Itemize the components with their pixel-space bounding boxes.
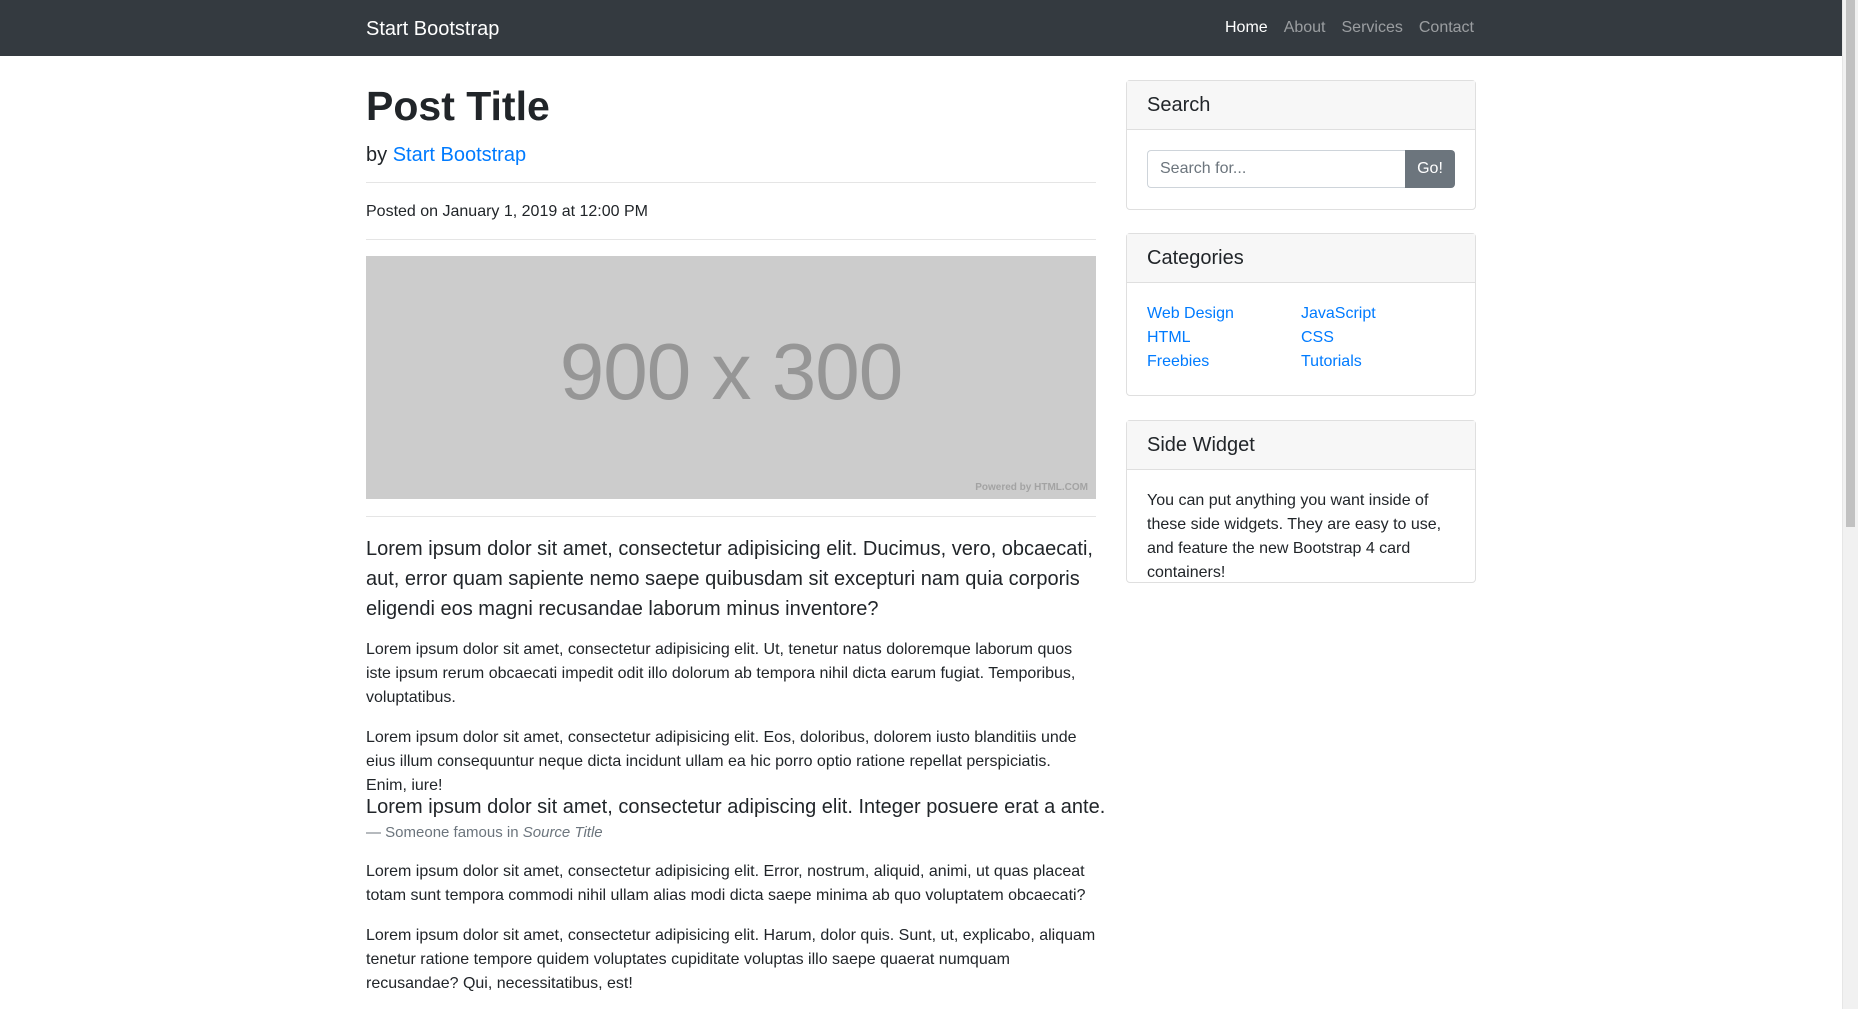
lead-paragraph: Lorem ipsum dolor sit amet, consectetur … [366, 538, 1093, 620]
category-link-web-design[interactable]: Web Design [1147, 305, 1234, 322]
byline: by Start Bootstrap [366, 140, 526, 170]
nav-about[interactable]: About [1284, 16, 1326, 40]
list-item: Tutorials [1301, 350, 1455, 374]
byline-prefix: by [366, 144, 388, 166]
scrollbar-thumb[interactable] [1846, 0, 1855, 527]
author-link[interactable]: Start Bootstrap [393, 144, 526, 166]
search-group: Go! [1147, 150, 1455, 188]
body-paragraph: Lorem ipsum dolor sit amet, consectetur … [366, 729, 1077, 794]
body-paragraph: Lorem ipsum dolor sit amet, consectetur … [366, 863, 1086, 904]
quote-source-title: Source Title [522, 824, 603, 841]
list-item: CSS [1301, 326, 1455, 350]
list-item: JavaScript [1301, 302, 1455, 326]
body-paragraph: Lorem ipsum dolor sit amet, consectetur … [366, 927, 1096, 992]
search-card-title: Search [1127, 81, 1475, 130]
search-card: Search Go! [1126, 80, 1476, 210]
image-placeholder-text: 900 x 300 [559, 327, 903, 416]
category-link-html[interactable]: HTML [1147, 329, 1191, 346]
category-link-javascript[interactable]: JavaScript [1301, 305, 1376, 322]
search-input[interactable] [1147, 150, 1405, 188]
post-image: 900 x 300 Powered by HTML.COM [366, 256, 1096, 499]
category-link-tutorials[interactable]: Tutorials [1301, 353, 1362, 370]
top-navbar: Start Bootstrap Home About Services Cont… [0, 0, 1842, 56]
blockquote-footer: — Someone famous in Source Title [366, 822, 603, 844]
categories-lists: Web Design HTML Freebies JavaScript CSS … [1147, 302, 1455, 374]
categories-card-body: Web Design HTML Freebies JavaScript CSS … [1127, 283, 1475, 394]
category-link-freebies[interactable]: Freebies [1147, 353, 1209, 370]
body-paragraph: Lorem ipsum dolor sit amet, consectetur … [366, 641, 1076, 706]
nav-links: Home About Services Contact [1209, 16, 1474, 40]
side-widget-body: You can put anything you want inside of … [1127, 470, 1475, 605]
list-item: Web Design [1147, 302, 1301, 326]
post-title: Post Title [366, 83, 550, 129]
quote-source-prefix: — Someone famous in [366, 824, 519, 841]
divider [366, 182, 1096, 183]
categories-card: Categories Web Design HTML Freebies Java… [1126, 233, 1476, 396]
search-card-body: Go! [1127, 130, 1475, 208]
nav-home[interactable]: Home [1225, 16, 1268, 40]
divider [366, 239, 1096, 240]
list-item: HTML [1147, 326, 1301, 350]
categories-card-title: Categories [1127, 234, 1475, 283]
image-credit: Powered by HTML.COM [975, 482, 1088, 493]
list-item: Freebies [1147, 350, 1301, 374]
divider [366, 516, 1096, 517]
search-go-button[interactable]: Go! [1405, 150, 1455, 188]
category-link-css[interactable]: CSS [1301, 329, 1334, 346]
side-widget-text: You can put anything you want inside of … [1147, 492, 1442, 581]
brand-link[interactable]: Start Bootstrap [366, 15, 499, 43]
nav-services[interactable]: Services [1342, 16, 1403, 40]
page-scrollbar[interactable] [1842, 0, 1858, 1009]
categories-list-right: JavaScript CSS Tutorials [1301, 302, 1455, 374]
nav-contact[interactable]: Contact [1419, 16, 1474, 40]
post-date: Posted on January 1, 2019 at 12:00 PM [366, 203, 648, 220]
blockquote: Lorem ipsum dolor sit amet, consectetur … [366, 796, 1106, 818]
side-widget-title: Side Widget [1127, 421, 1475, 470]
side-widget-card: Side Widget You can put anything you wan… [1126, 420, 1476, 583]
categories-list-left: Web Design HTML Freebies [1147, 302, 1301, 374]
